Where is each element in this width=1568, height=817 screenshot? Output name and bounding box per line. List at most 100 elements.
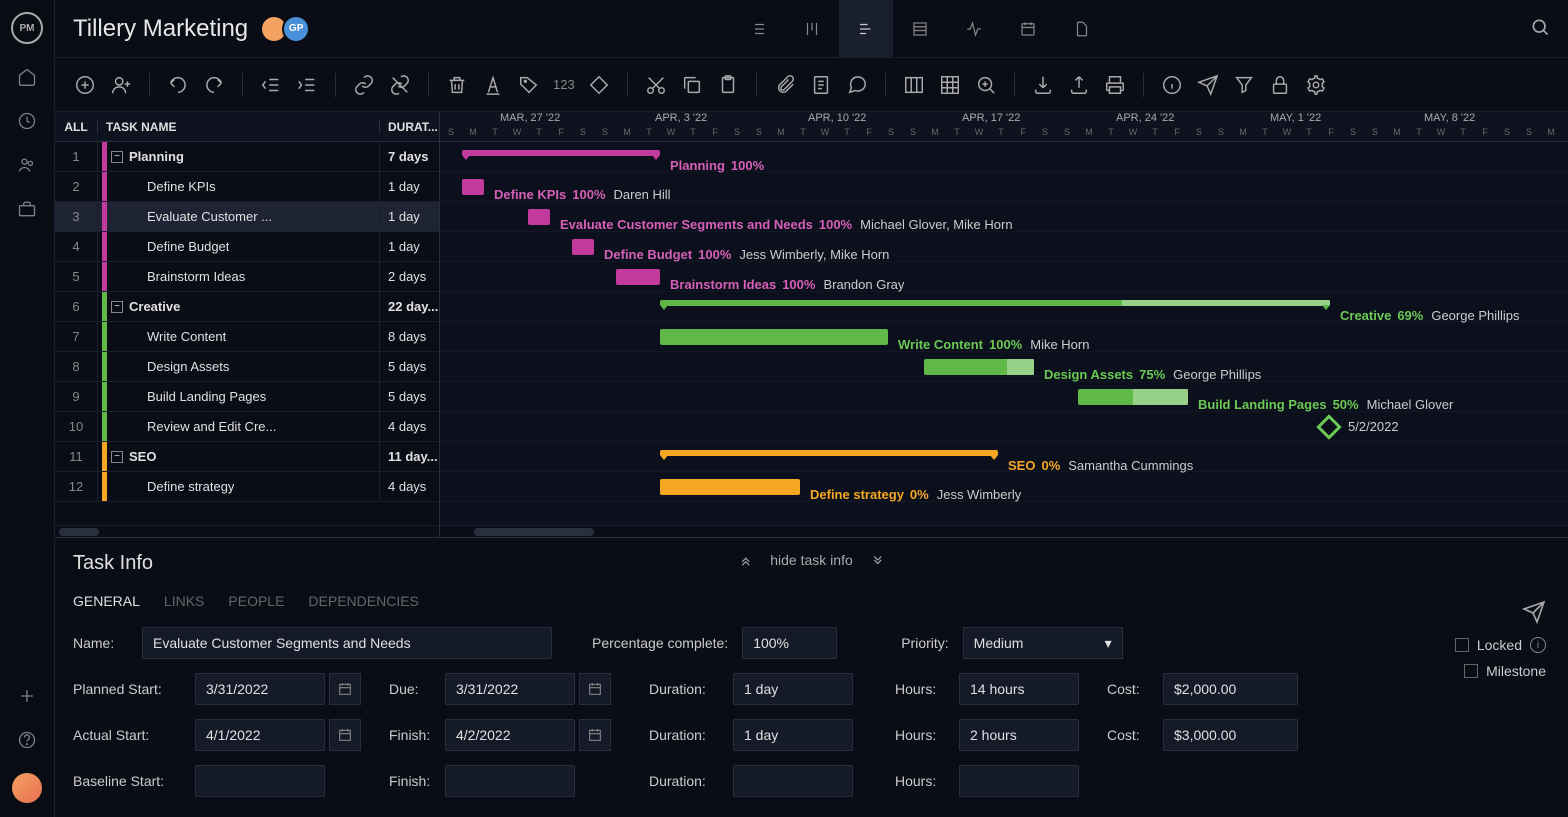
trash-icon[interactable] (445, 73, 469, 97)
due-input[interactable] (445, 673, 575, 705)
chart-row[interactable]: Evaluate Customer Segments and Needs100%… (440, 202, 1568, 232)
chart-row[interactable]: Write Content100%Mike Horn (440, 322, 1568, 352)
columns-icon[interactable] (902, 73, 926, 97)
view-gantt-icon[interactable] (839, 0, 893, 58)
clock-icon[interactable] (16, 110, 38, 132)
avatar[interactable]: GP (282, 15, 310, 43)
outdent-icon[interactable] (259, 73, 283, 97)
copy-icon[interactable] (680, 73, 704, 97)
actual-start-input[interactable] (195, 719, 325, 751)
collapse-icon[interactable]: − (111, 451, 123, 463)
gantt-bar[interactable]: Build Landing Pages50%Michael Glover (1078, 389, 1188, 405)
col-name-header[interactable]: TASK NAME (97, 120, 379, 134)
gantt-bar[interactable]: Brainstorm Ideas100%Brandon Gray (616, 269, 660, 285)
calendar-icon[interactable] (579, 719, 611, 751)
chart-row[interactable]: Define strategy0%Jess Wimberly (440, 472, 1568, 502)
collapse-icon[interactable]: − (111, 301, 123, 313)
grid-scrollbar[interactable] (55, 525, 439, 537)
grid-icon[interactable] (938, 73, 962, 97)
calendar-icon[interactable] (329, 719, 361, 751)
task-row[interactable]: 2 Define KPIs 1 day (55, 172, 439, 202)
cut-icon[interactable] (644, 73, 668, 97)
task-row[interactable]: 6 − Creative 22 day... (55, 292, 439, 322)
help-icon[interactable] (16, 729, 38, 751)
pct-input[interactable] (742, 627, 837, 659)
gantt-bar[interactable]: SEO0%Samantha Cummings (660, 450, 998, 456)
member-avatars[interactable]: GP (266, 15, 310, 43)
baseline-start-input[interactable] (195, 765, 325, 797)
task-row[interactable]: 11 − SEO 11 day... (55, 442, 439, 472)
baseline-hours-input[interactable] (959, 765, 1079, 797)
unlink-icon[interactable] (388, 73, 412, 97)
view-file-icon[interactable] (1055, 0, 1109, 58)
diamond-icon[interactable] (587, 73, 611, 97)
chart-row[interactable]: Design Assets75%George Phillips (440, 352, 1568, 382)
cost-input[interactable] (1163, 673, 1298, 705)
gantt-bar[interactable]: Planning100% (462, 150, 660, 156)
locked-checkbox[interactable]: Lockedi (1455, 637, 1546, 653)
print-icon[interactable] (1103, 73, 1127, 97)
tab-general[interactable]: GENERAL (73, 593, 140, 609)
planned-start-input[interactable] (195, 673, 325, 705)
task-row[interactable]: 7 Write Content 8 days (55, 322, 439, 352)
task-row[interactable]: 9 Build Landing Pages 5 days (55, 382, 439, 412)
tab-links[interactable]: LINKS (164, 593, 204, 609)
view-sheet-icon[interactable] (893, 0, 947, 58)
paste-icon[interactable] (716, 73, 740, 97)
milestone-diamond[interactable] (1316, 414, 1341, 439)
view-calendar-icon[interactable] (1001, 0, 1055, 58)
plus-icon[interactable] (16, 685, 38, 707)
collapse-icon[interactable]: − (111, 151, 123, 163)
baseline-duration-input[interactable] (733, 765, 853, 797)
redo-icon[interactable] (202, 73, 226, 97)
task-row[interactable]: 4 Define Budget 1 day (55, 232, 439, 262)
chart-row[interactable]: Creative69%George Phillips (440, 292, 1568, 322)
task-row[interactable]: 12 Define strategy 4 days (55, 472, 439, 502)
gantt-bar[interactable]: Creative69%George Phillips (660, 300, 1330, 306)
app-logo[interactable]: PM (11, 12, 43, 44)
priority-select[interactable]: Medium▾ (963, 627, 1123, 659)
milestone-checkbox[interactable]: Milestone (1464, 663, 1546, 679)
gantt-chart[interactable]: MAR, 27 '22APR, 3 '22APR, 10 '22APR, 17 … (440, 112, 1568, 537)
attachment-icon[interactable] (773, 73, 797, 97)
comment-icon[interactable] (845, 73, 869, 97)
note-icon[interactable] (809, 73, 833, 97)
indent-icon[interactable] (295, 73, 319, 97)
tab-people[interactable]: PEOPLE (228, 593, 284, 609)
user-avatar[interactable] (12, 773, 42, 803)
hours-input[interactable] (959, 673, 1079, 705)
task-row[interactable]: 10 Review and Edit Cre... 4 days (55, 412, 439, 442)
gantt-bar[interactable]: Define strategy0%Jess Wimberly (660, 479, 800, 495)
finish-input[interactable] (445, 719, 575, 751)
task-row[interactable]: 3 Evaluate Customer ... 1 day (55, 202, 439, 232)
duration2-input[interactable] (733, 719, 853, 751)
zoom-icon[interactable] (974, 73, 998, 97)
briefcase-icon[interactable] (16, 198, 38, 220)
chart-row[interactable]: Brainstorm Ideas100%Brandon Gray (440, 262, 1568, 292)
add-circle-icon[interactable] (73, 73, 97, 97)
export-icon[interactable] (1067, 73, 1091, 97)
chart-row[interactable]: Define KPIs100%Daren Hill (440, 172, 1568, 202)
view-activity-icon[interactable] (947, 0, 1001, 58)
calendar-icon[interactable] (579, 673, 611, 705)
send-icon[interactable] (1522, 600, 1546, 627)
undo-icon[interactable] (166, 73, 190, 97)
search-icon[interactable] (1530, 17, 1550, 40)
duration-input[interactable] (733, 673, 853, 705)
task-row[interactable]: 8 Design Assets 5 days (55, 352, 439, 382)
chart-row[interactable]: 5/2/2022 (440, 412, 1568, 442)
calendar-icon[interactable] (329, 673, 361, 705)
hours2-input[interactable] (959, 719, 1079, 751)
hide-task-info-toggle[interactable]: hide task info (738, 552, 885, 568)
task-name-input[interactable] (142, 627, 552, 659)
tag-icon[interactable] (517, 73, 541, 97)
link-icon[interactable] (352, 73, 376, 97)
info-icon[interactable]: i (1530, 637, 1546, 653)
filter-icon[interactable] (1232, 73, 1256, 97)
gantt-bar[interactable]: Design Assets75%George Phillips (924, 359, 1034, 375)
gantt-bar[interactable]: Write Content100%Mike Horn (660, 329, 888, 345)
add-user-icon[interactable] (109, 73, 133, 97)
view-board-icon[interactable] (785, 0, 839, 58)
cost2-input[interactable] (1163, 719, 1298, 751)
chart-row[interactable]: SEO0%Samantha Cummings (440, 442, 1568, 472)
